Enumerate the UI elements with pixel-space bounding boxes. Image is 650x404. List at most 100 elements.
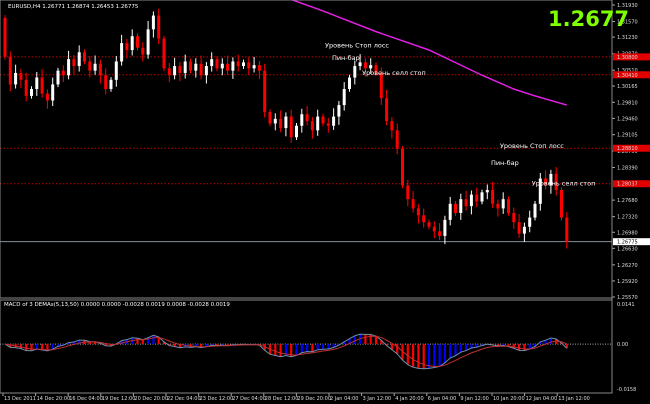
candle-body [342, 89, 346, 106]
candle-body [263, 70, 267, 112]
candle-body [141, 47, 145, 55]
price-tick-label: 1.31230 [617, 35, 638, 41]
candle-body [491, 190, 495, 204]
candle-body [77, 52, 81, 67]
time-label: 10 Jan 20:00 [493, 396, 525, 402]
time-label: 23 Dec 12:00 [200, 396, 234, 402]
candle-body [268, 111, 272, 124]
candle-body [353, 66, 357, 78]
candle-body [8, 56, 12, 85]
candle-body [30, 89, 33, 96]
annotation-label: Уровень Стоп лосс [500, 142, 564, 150]
candle-body [332, 116, 336, 126]
candle-body [98, 63, 102, 76]
candle-body [316, 116, 320, 131]
candle-body [289, 116, 293, 138]
candle-body [305, 114, 309, 122]
candle-body [385, 98, 389, 122]
annotation-label: Уровень селл стоп [532, 179, 596, 187]
candle-body [19, 72, 23, 80]
price-tick-label: 1.26630 [617, 246, 638, 252]
price-tick-label: 1.29105 [617, 133, 638, 139]
time-label: 16 Dec 04:00 [69, 396, 103, 402]
price-tick-label: 1.26980 [617, 230, 638, 236]
candle-body [204, 66, 208, 76]
candle-body [88, 61, 92, 71]
candle-body [522, 226, 526, 234]
candle-body [51, 84, 55, 101]
time-label: 20 Dec 20:00 [134, 396, 168, 402]
candle-body [459, 199, 463, 213]
symbol-info: EURUSD,H4 1.26771 1.26874 1.26453 1.2677… [8, 4, 139, 10]
time-label: 22 Dec 04:00 [167, 396, 201, 402]
moving-average-line [290, 0, 568, 106]
candle-body [363, 62, 367, 69]
candle-body [480, 192, 484, 202]
candle-body [252, 65, 256, 69]
price-chart[interactable]: Уровень Стоп лоссПин-барУровень селл сто… [0, 0, 650, 404]
candle-body [501, 199, 505, 209]
candle-body [454, 203, 457, 213]
candle-body [24, 79, 28, 96]
candle-body [517, 222, 521, 234]
candle-body [67, 59, 71, 76]
candle-body [348, 77, 351, 90]
candle-body [72, 59, 76, 67]
candle-body [358, 62, 362, 67]
macd-tick-label: 0.00 [617, 342, 628, 348]
time-label: 29 Dec 20:00 [297, 396, 331, 402]
candle-body [273, 118, 277, 124]
candle-body [167, 68, 171, 76]
price-tick-label: 1.28390 [617, 166, 638, 172]
candle-body [125, 43, 129, 50]
time-label: 6 Jan 04:00 [428, 396, 456, 402]
candle-body [279, 118, 283, 129]
candle-body [432, 226, 436, 232]
candle-body [321, 116, 325, 124]
candle-body [104, 75, 108, 90]
time-label: 14 Dec 20:00 [37, 396, 71, 402]
price-tick-label: 1.29810 [617, 100, 638, 106]
candle-body [406, 185, 410, 200]
price-tick-label: 1.27680 [617, 198, 638, 204]
time-label: 9 Jan 12:00 [460, 396, 488, 402]
candle-body [178, 66, 182, 73]
candle-body [226, 63, 230, 71]
time-label: 12 Jan 04:00 [526, 396, 558, 402]
candle-body [300, 114, 304, 126]
candle-body [507, 199, 510, 213]
candle-body [390, 121, 394, 131]
candle-body [83, 52, 86, 62]
candle-body [310, 121, 314, 131]
candle-body [3, 17, 7, 57]
candle-body [416, 208, 420, 216]
annotation-label: Уровень селл стоп [362, 69, 426, 77]
time-label: 27 Dec 04:00 [232, 396, 266, 402]
annotation-label: Пин-бар [491, 159, 519, 167]
candle-body [284, 116, 288, 129]
candle-body [496, 203, 500, 209]
level-price-label: 1.30410 [617, 73, 638, 79]
candle-body [257, 65, 261, 71]
macd-title: MACD of 3 DEMAs(5,13,50) 0.0000 0.0000 -… [4, 302, 230, 308]
candle-body [199, 63, 203, 76]
time-label: 3 Jan 12:00 [363, 396, 391, 402]
candle-body [151, 15, 155, 30]
candle-body [35, 77, 39, 90]
candle-body [14, 72, 18, 85]
candle-body [512, 212, 516, 223]
price-tick-label: 1.26270 [617, 263, 638, 269]
price-tick-label: 1.27320 [617, 215, 638, 221]
candle-body [210, 59, 214, 67]
level-price-label: 1.30800 [617, 55, 638, 61]
candle-body [183, 61, 187, 73]
candle-body [236, 61, 240, 67]
annotation-label: Пин-бар [332, 54, 360, 62]
candle-body [326, 123, 330, 126]
candle-body [485, 190, 489, 193]
price-tick-label: 1.25920 [617, 279, 638, 285]
candle-body [427, 222, 431, 227]
candle-body [337, 105, 341, 117]
time-label: 13 Dec 2011 [4, 396, 36, 402]
candle-body [443, 219, 447, 236]
